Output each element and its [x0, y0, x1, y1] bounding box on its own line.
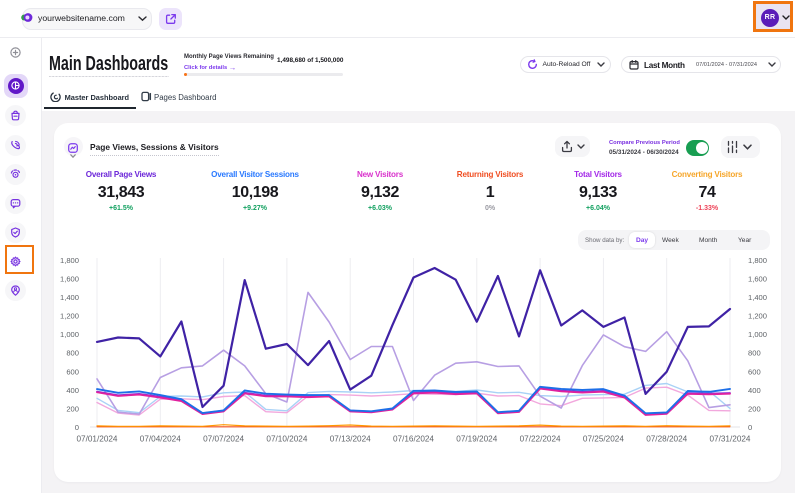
- svg-text:1,400: 1,400: [60, 293, 79, 302]
- svg-text:600: 600: [748, 367, 761, 376]
- svg-text:07/04/2024: 07/04/2024: [140, 435, 181, 444]
- svg-text:200: 200: [748, 404, 761, 413]
- svg-text:1,200: 1,200: [60, 312, 79, 321]
- svg-text:400: 400: [748, 386, 761, 395]
- svg-text:1,000: 1,000: [60, 330, 79, 339]
- svg-text:1,600: 1,600: [748, 275, 767, 284]
- svg-text:400: 400: [66, 386, 79, 395]
- svg-text:07/28/2024: 07/28/2024: [646, 435, 687, 444]
- svg-text:1,600: 1,600: [60, 275, 79, 284]
- svg-text:1,800: 1,800: [60, 256, 79, 265]
- svg-text:1,400: 1,400: [748, 293, 767, 302]
- svg-text:07/16/2024: 07/16/2024: [393, 435, 434, 444]
- svg-text:07/22/2024: 07/22/2024: [520, 435, 561, 444]
- svg-text:07/07/2024: 07/07/2024: [203, 435, 244, 444]
- svg-text:07/01/2024: 07/01/2024: [77, 435, 118, 444]
- svg-text:07/19/2024: 07/19/2024: [456, 435, 497, 444]
- svg-text:07/25/2024: 07/25/2024: [583, 435, 624, 444]
- svg-text:200: 200: [66, 404, 79, 413]
- svg-text:1,000: 1,000: [748, 330, 767, 339]
- svg-text:07/31/2024: 07/31/2024: [710, 435, 751, 444]
- svg-text:800: 800: [748, 349, 761, 358]
- svg-text:0: 0: [75, 423, 79, 432]
- svg-text:07/10/2024: 07/10/2024: [266, 435, 307, 444]
- svg-text:07/13/2024: 07/13/2024: [330, 435, 371, 444]
- svg-text:1,200: 1,200: [748, 312, 767, 321]
- svg-text:800: 800: [66, 349, 79, 358]
- svg-text:0: 0: [748, 423, 752, 432]
- svg-text:1,800: 1,800: [748, 256, 767, 265]
- svg-text:600: 600: [66, 367, 79, 376]
